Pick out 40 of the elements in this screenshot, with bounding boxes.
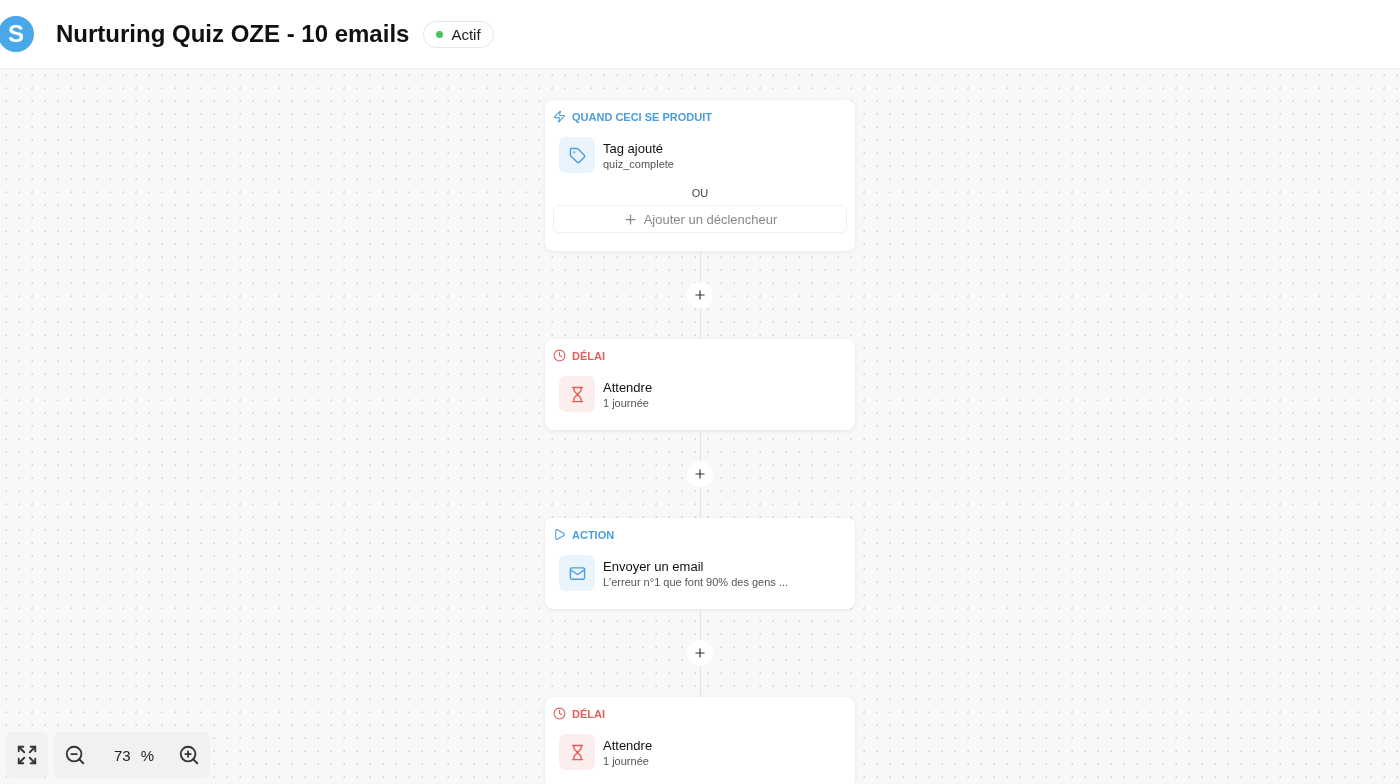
logo: S (0, 16, 34, 52)
hourglass-icon (559, 376, 595, 412)
step-heading: ACTION (572, 528, 615, 541)
step-title: Attendre (603, 379, 653, 395)
play-icon (553, 528, 566, 541)
step-card[interactable]: DÉLAI Attendre 1 journée (545, 697, 855, 784)
clock-icon (553, 349, 566, 362)
zoom-value: 73 (114, 746, 131, 764)
tag-icon (559, 137, 595, 173)
lightning-icon (553, 110, 566, 123)
plus-icon (693, 288, 707, 302)
add-step-button[interactable] (687, 282, 713, 308)
plus-icon (693, 467, 707, 481)
step-subtitle: quiz_complete (603, 157, 674, 170)
add-step-button[interactable] (687, 640, 713, 666)
zoom-unit: % (140, 746, 155, 764)
step-heading: QUAND CECI SE PRODUIT (572, 110, 712, 123)
zoom-out-icon[interactable] (64, 744, 86, 766)
step-card[interactable]: QUAND CECI SE PRODUIT Tag ajouté quiz_complete OU Ajouter un déclencheur (545, 100, 855, 251)
step-subtitle: 1 journée (603, 396, 650, 409)
step-heading: DÉLAI (572, 349, 605, 362)
step-card[interactable]: DÉLAI Attendre 1 journée (545, 339, 855, 430)
add-trigger-button[interactable]: Ajouter un déclencheur (553, 205, 847, 233)
envelope-icon (559, 555, 595, 591)
step-subtitle: L'erreur n°1 que font 90% des gens ... (603, 575, 789, 588)
hourglass-icon (559, 734, 595, 770)
step-title: Attendre (603, 737, 653, 753)
step-card[interactable]: ACTION Envoyer un email L'erreur n°1 que font 90% des gens ... (545, 518, 855, 609)
separator-label: OU (691, 187, 709, 199)
step-title: Tag ajouté (603, 140, 664, 156)
clock-icon (553, 707, 566, 720)
step-heading: DÉLAI (572, 707, 605, 720)
zoom-in-icon[interactable] (178, 744, 201, 766)
add-step-button[interactable] (687, 461, 713, 487)
expand-icon[interactable] (16, 744, 38, 766)
workflow-title: Nurturing Quiz OZE - 10 emails (56, 20, 410, 48)
plus-icon (693, 646, 707, 660)
plus-icon (622, 211, 638, 227)
step-title: Envoyer un email (603, 558, 705, 574)
step-subtitle: 1 journée (603, 754, 650, 767)
